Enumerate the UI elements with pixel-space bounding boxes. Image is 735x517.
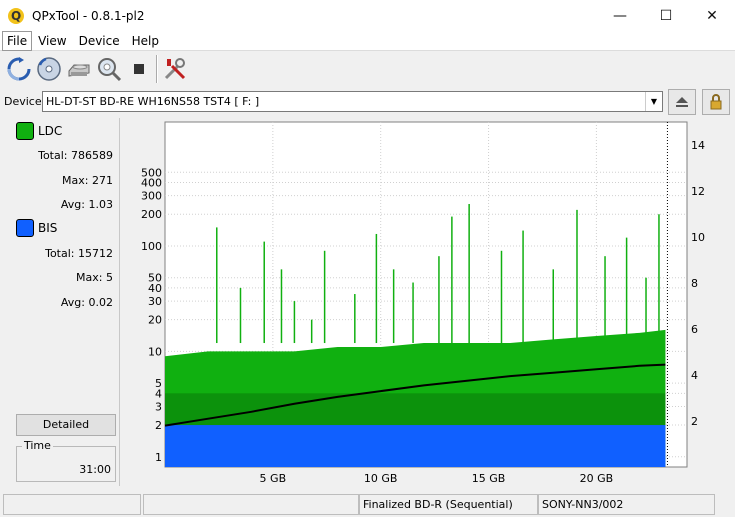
eject-icon xyxy=(676,97,688,107)
menu-help[interactable]: Help xyxy=(126,31,165,51)
status-mid: SONY-NN3/002 xyxy=(538,494,715,515)
bis-color-swatch xyxy=(16,219,34,237)
lock-button[interactable] xyxy=(702,89,730,115)
y-left-tick-label: 200 xyxy=(141,208,162,221)
status-bar: Finalized BD-R (Sequential) SONY-NN3/002 xyxy=(0,492,735,517)
y-right-tick-label: 6 xyxy=(691,323,698,336)
ldc-avg-value: 1.03 xyxy=(88,198,114,211)
ldc-max-value: 271 xyxy=(92,174,113,187)
y-right-tick-label: 4 xyxy=(691,369,698,382)
device-select[interactable]: HL-DT-ST BD-RE WH16NS58 TST4 [ F: ] ▼ xyxy=(42,91,663,112)
menu-view[interactable]: View xyxy=(32,31,72,51)
x-tick-label: 20 GB xyxy=(580,472,614,485)
y-left-tick-label: 1 xyxy=(155,451,162,464)
ldc-color-swatch xyxy=(16,122,34,140)
detailed-button[interactable]: Detailed xyxy=(16,414,116,436)
bis-avg: Avg: 0.02 xyxy=(60,296,114,309)
y-right-tick-label: 2 xyxy=(691,415,698,428)
disc-icon xyxy=(37,57,61,81)
stop-button[interactable] xyxy=(124,54,154,84)
status-pane-1 xyxy=(3,494,141,515)
lock-icon xyxy=(710,94,722,110)
y-right-tick-label: 12 xyxy=(691,185,705,198)
bis-series-area xyxy=(165,425,666,467)
y-right-tick-label: 14 xyxy=(691,139,705,152)
ldc-max: Max: 271 xyxy=(62,174,113,187)
legend-ldc: LDC xyxy=(16,122,62,140)
ldc-label: LDC xyxy=(38,124,63,138)
tools-button[interactable] xyxy=(160,54,190,84)
ldc-total-value: 786589 xyxy=(71,149,113,162)
chevron-down-icon[interactable]: ▼ xyxy=(645,92,662,111)
window-controls: — ☐ ✕ xyxy=(597,0,735,31)
time-label: Time xyxy=(22,439,53,452)
scan-button[interactable] xyxy=(94,54,124,84)
y-left-tick-label: 10 xyxy=(148,345,162,358)
bis-max-value: 5 xyxy=(106,271,113,284)
toolbar-separator xyxy=(156,55,158,83)
status-media: Finalized BD-R (Sequential) xyxy=(359,494,538,515)
tools-icon xyxy=(164,58,186,80)
disc-button[interactable] xyxy=(34,54,64,84)
menu-device[interactable]: Device xyxy=(73,31,126,51)
time-box: Time 31:00 xyxy=(16,439,116,482)
x-tick-label: 15 GB xyxy=(472,472,506,485)
drive-button[interactable] xyxy=(64,54,94,84)
stats-panel: LDC Total: 786589 Max: 271 Avg: 1.03 BIS… xyxy=(8,118,120,486)
y-right-tick-label: 8 xyxy=(691,277,698,290)
chart: 1234510203040501002003004005005 GB 10 GB 1… xyxy=(141,121,705,485)
refresh-button[interactable] xyxy=(4,54,34,84)
title-bar: QPxTool - 0.8.1-pl2 — ☐ ✕ xyxy=(0,0,735,31)
bis-label: BIS xyxy=(38,221,58,235)
y-left-tick-label: 3 xyxy=(155,400,162,413)
y-left-tick-label: 300 xyxy=(141,190,162,203)
device-label: Device: xyxy=(4,95,46,108)
bis-avg-value: 0.02 xyxy=(88,296,114,309)
scanner-icon xyxy=(68,64,90,77)
toolbar xyxy=(0,52,735,86)
magnify-icon xyxy=(98,58,122,82)
y-left-tick-label: 30 xyxy=(148,295,162,308)
eject-button[interactable] xyxy=(668,89,696,115)
bis-total: Total: 15712 xyxy=(45,247,113,260)
stop-icon xyxy=(134,64,144,74)
y-left-tick-label: 20 xyxy=(148,314,162,327)
ldc-total: Total: 786589 xyxy=(38,149,113,162)
x-tick-label: 10 GB xyxy=(364,472,398,485)
legend-bis: BIS xyxy=(16,219,57,237)
y-left-tick-label: 5 xyxy=(155,377,162,390)
menu-bar: File View Device Help xyxy=(0,30,735,51)
window-title: QPxTool - 0.8.1-pl2 xyxy=(32,8,145,23)
maximize-button[interactable]: ☐ xyxy=(643,0,689,31)
refresh-icon xyxy=(7,57,31,81)
y-left-tick-label: 500 xyxy=(141,166,162,179)
time-value: 31:00 xyxy=(79,463,111,476)
ldc-avg: Avg: 1.03 xyxy=(60,198,114,211)
app-icon xyxy=(8,7,24,24)
bis-total-value: 15712 xyxy=(78,247,113,260)
x-tick-label: 5 GB xyxy=(260,472,287,485)
minimize-button[interactable]: — xyxy=(597,0,643,31)
device-value: HL-DT-ST BD-RE WH16NS58 TST4 [ F: ] xyxy=(46,95,260,108)
device-row: Device: HL-DT-ST BD-RE WH16NS58 TST4 [ F… xyxy=(0,88,735,116)
close-button[interactable]: ✕ xyxy=(689,0,735,31)
bis-max: Max: 5 xyxy=(76,271,113,284)
y-left-tick-label: 50 xyxy=(148,272,162,285)
y-right-tick-label: 10 xyxy=(691,231,705,244)
y-left-tick-label: 100 xyxy=(141,240,162,253)
y-left-tick-label: 2 xyxy=(155,419,162,432)
menu-file[interactable]: File xyxy=(2,30,33,51)
status-pane-2 xyxy=(143,494,359,515)
